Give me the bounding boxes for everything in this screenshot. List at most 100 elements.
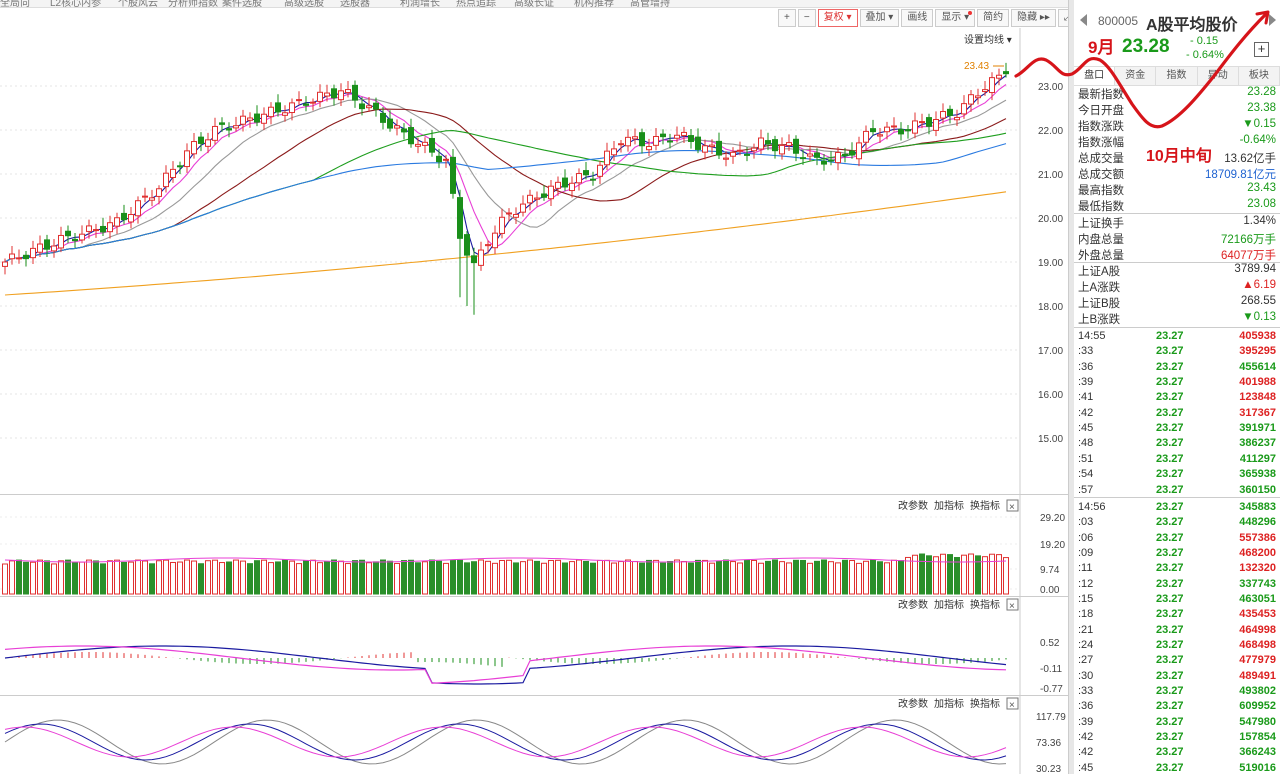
volume-bar [541,562,547,595]
volume-bar [380,559,386,595]
top-menu-item[interactable]: 个股风云 [118,0,158,7]
stat-label: 最高指数 [1078,185,1124,197]
candle-body [422,141,428,146]
restore-rights-label: 复权 [823,12,844,23]
top-menu-item[interactable]: 机构推荐 [574,0,614,7]
candle-body [814,152,820,158]
price-tick-label: 22.00 [1038,126,1063,137]
volume-bar [709,562,715,595]
kline-chart[interactable]: 23.00 22.00 21.00 20.00 19.00 18.00 17.00 16.00… [0,0,1068,774]
candle-body [940,111,946,119]
volume-bar [44,560,50,595]
panel-tab[interactable]: 资金 [1115,67,1157,85]
stat-row: 总成交额 18709.81亿元 [1078,165,1276,181]
tick-row: :15 23.27 463051 [1078,592,1276,607]
volume-bar [72,561,78,595]
candle-body [625,136,631,147]
tick-price: 23.27 [1156,437,1184,450]
tick-price: 23.27 [1156,715,1184,728]
restore-rights-button[interactable]: 复权 ▾ [817,9,858,27]
volume-bar [695,559,701,595]
candle-body [919,121,925,124]
stat-label: 上B涨跌 [1078,314,1121,326]
top-menu-item[interactable]: 分析师指数 [168,0,218,7]
candle-body [905,129,911,132]
candle-body [408,127,414,145]
top-menu-item[interactable]: 利润增长 [400,0,440,7]
overlay-button[interactable]: 叠加 ▾ [859,9,900,27]
top-menu-item[interactable]: 高级选股 [284,0,324,7]
volume-bar [177,561,183,595]
volume-bar [884,562,890,595]
display-button[interactable]: 显示 ▾ [935,9,976,27]
hide-button[interactable]: 隐藏 ▸▸ [1011,9,1056,27]
tick-volume: 468498 [1239,639,1276,651]
set-ma-button[interactable]: 设置均线 ▾ [964,31,1012,46]
set-ma-label: 设置均线 [964,35,1004,46]
candle-body [373,102,379,110]
tick-row: :33 23.27 493802 [1078,684,1276,699]
top-menu-item[interactable]: 案件选股 [222,0,262,7]
overlay-label: 叠加 [865,12,886,23]
top-menu-item[interactable]: 全局向 [0,0,30,7]
candle-body [583,170,589,176]
stat-row: 最低指数 23.08 [1078,197,1276,213]
tick-price: 23.27 [1156,685,1184,698]
candle-body [296,99,302,102]
hide-label: 隐藏 [1017,12,1038,23]
tick-volume: 391971 [1239,422,1276,435]
tick-row: 14:55 23.27 405938 [1078,329,1276,344]
volume-bar [338,560,344,595]
tick-row: :48 23.27 386237 [1078,436,1276,451]
panel-tab[interactable]: 盘口 [1074,67,1116,85]
ma-line [4,75,1007,263]
zoom-out-button[interactable]: − [797,9,816,27]
top-menu-item[interactable]: 高级长证 [514,0,554,7]
volume-bar [856,562,862,595]
volume-bar [814,560,820,595]
tick-price: 23.27 [1156,592,1184,605]
candle-body [128,214,134,223]
volume-bar [387,560,393,595]
volume-bar [184,559,190,595]
top-menu-item[interactable]: 选股器 [340,0,370,7]
volume-bar [576,559,582,595]
volume-bar [359,559,365,595]
volume-bar [121,561,127,595]
tick-price: 23.27 [1156,700,1184,713]
panel-tab[interactable]: 异动 [1198,67,1239,85]
volume-bar [667,560,673,595]
top-menu-item[interactable]: 热点追踪 [456,0,496,7]
add-watchlist-button[interactable]: + [1254,42,1269,57]
tick-time: :27 [1078,654,1094,667]
candle-body [513,213,519,218]
tick-time: 14:56 [1078,500,1106,513]
candle-body [674,134,680,139]
tick-volume: 123848 [1239,391,1276,404]
candle-body [800,157,806,160]
top-menu-item[interactable]: L2核心内参 [50,0,101,7]
volume-ma-line [4,557,1007,563]
zoom-in-button[interactable]: + [778,9,796,27]
macd-tick-label: -0.11 [1040,664,1062,675]
panel-tab[interactable]: 板块 [1239,67,1280,85]
volume-bar [842,559,848,595]
volume-bar [408,559,414,595]
draw-line-button[interactable]: 画线 [901,9,934,27]
candle-body [926,117,932,127]
prev-arrow-icon[interactable] [1080,14,1087,26]
kdj-line [4,719,1007,765]
tick-time: :51 [1078,452,1094,465]
volume-bar [597,559,603,595]
tick-volume: 345883 [1239,500,1276,513]
tick-price: 23.27 [1156,746,1184,759]
tick-price: 23.27 [1156,623,1184,636]
stat-label: 内盘总量 [1078,234,1124,246]
simple-mode-button[interactable]: 简约 [977,9,1010,27]
next-arrow-icon[interactable] [1269,14,1276,26]
top-menu-item[interactable]: 高管增持 [630,0,670,7]
panel-tab[interactable]: 指数 [1156,67,1198,85]
volume-bar [478,559,484,595]
candle-body [86,225,92,232]
volume-bar [457,559,463,595]
